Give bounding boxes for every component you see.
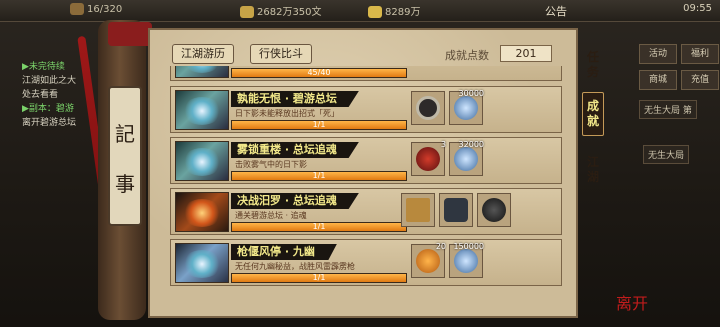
achievement-portrait — [175, 192, 229, 232]
record-char-2: 事 — [115, 172, 135, 196]
right-panel: 活动 福利 商城 充值 无生大局 第 无生大局 — [635, 40, 720, 320]
notice-button[interactable]: 公告 — [545, 3, 567, 19]
activity-button[interactable]: 活动 — [639, 44, 677, 64]
reward-slot[interactable]: 20 — [411, 242, 446, 278]
achievement-desc: 无任何九幽秘益，战胜风雷霹雳枪 — [235, 262, 355, 271]
book-icon — [406, 198, 430, 222]
record-title-panel: 記 事 — [108, 86, 142, 226]
reward-slot[interactable] — [477, 193, 511, 227]
seal-mark: 离开 — [616, 294, 649, 313]
bag-icon — [70, 3, 84, 15]
achievement-portrait — [175, 66, 229, 78]
achievement-title: 决战汨罗 · 总坛追魂 — [231, 193, 359, 209]
record-char-1: 記 — [115, 122, 135, 146]
achievement-title: 孰能无恨 · 碧游总坛 — [231, 91, 359, 107]
belt-icon — [416, 96, 440, 120]
achievement-portrait — [175, 243, 229, 283]
achievement-title: 枪偃风停 · 九幽 — [231, 244, 337, 260]
achievement-portrait — [175, 141, 229, 181]
achievement-list[interactable]: 45/40 孰能无恨 · 碧游总坛 日下影未能释放出招式「死」 1/1 3000… — [170, 66, 562, 316]
achievement-row[interactable]: 45/40 — [170, 66, 562, 81]
hood-icon — [416, 147, 440, 171]
reward-slot[interactable] — [401, 193, 435, 227]
info-tag-1: 无生大局 第 — [639, 100, 697, 119]
resource-2: 2682万350文 — [240, 3, 322, 18]
achievement-row[interactable]: 雾锁重楼 · 总坛追魂 击败雾气中的日下影 1/1 3 32000 — [170, 137, 562, 184]
coin-icon — [454, 96, 478, 120]
clock: 09:55 — [683, 3, 712, 14]
progress-bar: 1/1 — [231, 120, 407, 130]
reward-slot[interactable] — [439, 193, 473, 227]
info-tag-2: 无生大局 — [643, 145, 690, 164]
reward-slot[interactable]: 150000 — [449, 242, 484, 278]
achievement-portrait — [175, 90, 229, 130]
resource-3: 8289万 — [368, 3, 420, 18]
tab-jianghu-travel[interactable]: 江湖游历 — [172, 44, 234, 64]
progress-bar: 1/1 — [231, 273, 407, 283]
achievement-points-value: 201 — [500, 45, 552, 62]
progress-bar: 1/1 — [231, 222, 407, 232]
gold-icon — [368, 6, 382, 18]
scroll-ribbon — [108, 22, 152, 46]
achievement-desc: 日下影未能释放出招式「死」 — [235, 109, 339, 118]
reward-slot[interactable]: 32000 — [449, 140, 484, 176]
reward-slot[interactable]: 3 — [411, 140, 446, 176]
reward-slot[interactable] — [411, 91, 445, 125]
hood-icon — [482, 198, 506, 222]
achievement-desc: 通关碧游总坛 · 追魂 — [235, 211, 307, 220]
achievement-desc: 击败雾气中的日下影 — [235, 160, 307, 169]
welfare-button[interactable]: 福利 — [681, 44, 719, 64]
coin-icon — [454, 147, 478, 171]
progress-bar: 45/40 — [231, 68, 407, 78]
achievement-title: 雾锁重楼 · 总坛追魂 — [231, 142, 359, 158]
side-tab-jianghu[interactable]: 江湖 — [582, 155, 604, 185]
gauntlet-icon — [444, 198, 468, 222]
side-tabs: 任务 成就 江湖 — [578, 40, 604, 320]
recharge-button[interactable]: 充值 — [681, 70, 719, 90]
resource-1: 16/320 — [70, 3, 122, 15]
top-resource-bar: 16/320 2682万350文 8289万 公告 09:55 — [0, 0, 720, 22]
achievement-points-label: 成就点数 — [445, 49, 489, 62]
side-tab-achievements[interactable]: 成就 — [582, 92, 604, 136]
coin-icon — [454, 249, 478, 273]
treasure-icon — [416, 249, 440, 273]
side-tab-tasks[interactable]: 任务 — [582, 50, 604, 80]
coin-icon — [240, 6, 254, 18]
shop-button[interactable]: 商城 — [639, 70, 677, 90]
achievement-row[interactable]: 决战汨罗 · 总坛追魂 通关碧游总坛 · 追魂 1/1 — [170, 188, 562, 235]
progress-bar: 1/1 — [231, 171, 407, 181]
achievement-row[interactable]: 孰能无恨 · 碧游总坛 日下影未能释放出招式「死」 1/1 30000 — [170, 86, 562, 133]
reward-slot[interactable]: 30000 — [449, 89, 484, 125]
achievement-row[interactable]: 枪偃风停 · 九幽 无任何九幽秘益，战胜风雷霹雳枪 1/1 20 150000 — [170, 239, 562, 286]
tab-chivalry-duel[interactable]: 行侠比斗 — [250, 44, 312, 64]
